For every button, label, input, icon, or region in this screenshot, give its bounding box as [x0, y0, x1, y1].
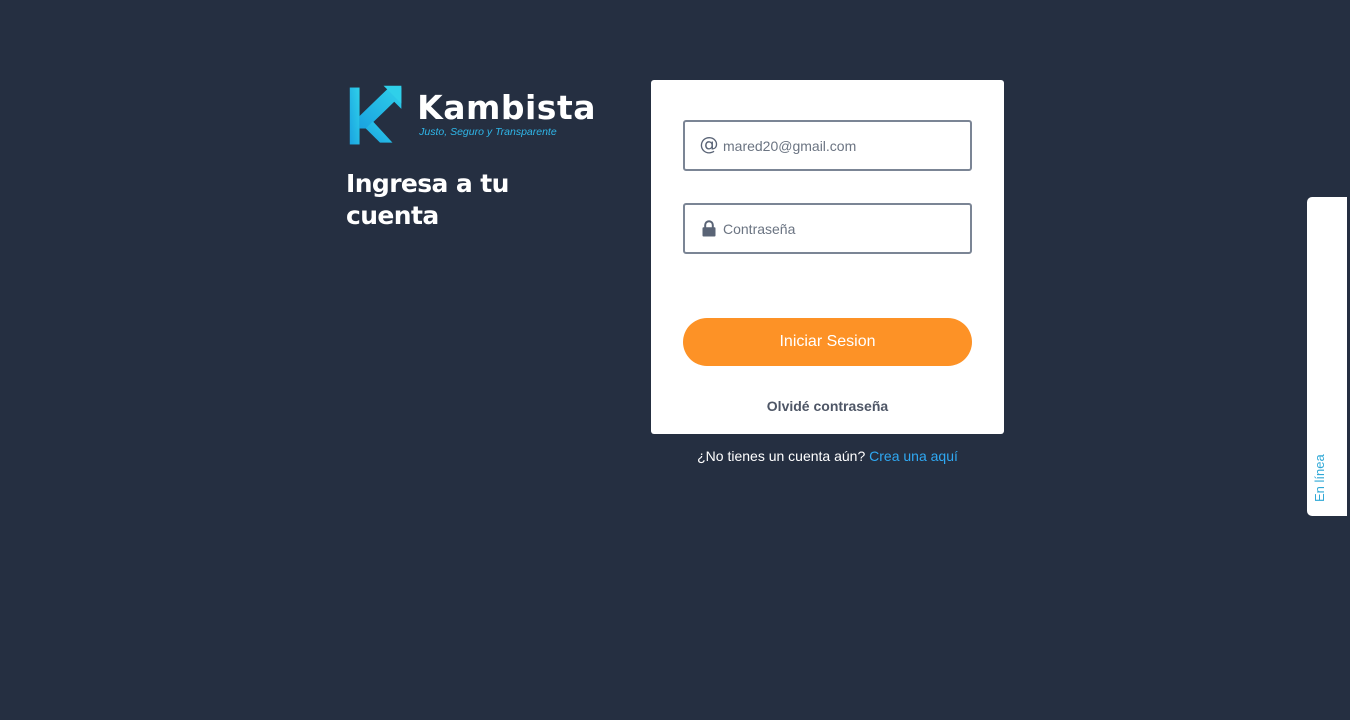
logo: Kambista Justo, Seguro y Transparente [346, 80, 596, 152]
email-input[interactable] [723, 137, 963, 154]
brand-tagline: Justo, Seguro y Transparente [419, 125, 557, 138]
login-card: @ Iniciar Sesion Olvidé contraseña [651, 80, 1004, 434]
kambista-logo-icon [349, 85, 402, 145]
brand-panel: Kambista Justo, Seguro y Transparente In… [346, 80, 596, 232]
login-page: Kambista Justo, Seguro y Transparente In… [0, 0, 1350, 720]
password-input[interactable] [723, 220, 963, 237]
login-button[interactable]: Iniciar Sesion [683, 318, 972, 366]
signup-link[interactable]: Crea una aquí [869, 448, 958, 464]
online-chat-tab[interactable]: En línea [1307, 197, 1347, 516]
password-field[interactable] [683, 203, 972, 254]
chat-tab-label: En línea [1312, 454, 1327, 502]
at-icon: @ [699, 132, 719, 155]
signup-prompt-text: ¿No tienes un cuenta aún? [697, 448, 866, 464]
signup-prompt: ¿No tienes un cuenta aún? Crea una aquí [651, 448, 1004, 464]
lock-icon [698, 220, 720, 237]
forgot-password-link[interactable]: Olvidé contraseña [651, 398, 1004, 414]
email-field[interactable]: @ [683, 120, 972, 171]
brand-name: Kambista [417, 87, 596, 127]
page-title: Ingresa a tu cuenta [346, 169, 509, 230]
